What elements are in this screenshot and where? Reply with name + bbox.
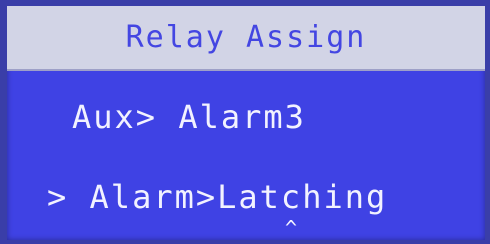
menu-line-aux[interactable]: Aux> Alarm3 bbox=[72, 98, 306, 136]
title-bar: Relay Assign bbox=[7, 6, 485, 71]
lcd-bezel: Relay Assign Aux> Alarm3 > Alarm>Latchin… bbox=[0, 0, 490, 244]
lcd-screen: Relay Assign Aux> Alarm3 > Alarm>Latchin… bbox=[7, 6, 485, 240]
page-title: Relay Assign bbox=[125, 20, 367, 55]
menu-line-alarm-selected[interactable]: > Alarm>Latching bbox=[47, 178, 387, 216]
edit-cursor-icon: ^ bbox=[285, 216, 298, 240]
